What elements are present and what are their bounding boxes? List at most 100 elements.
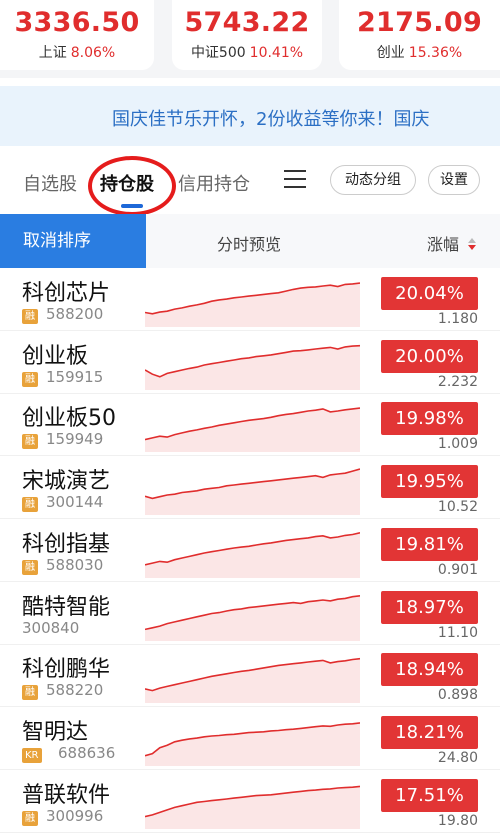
margin-badge: 融	[22, 559, 38, 575]
index-card-shanghai[interactable]: 3336.50 上证 8.06%	[0, 0, 154, 70]
intraday-sparkline	[145, 721, 360, 766]
stock-code: 588200	[46, 305, 104, 323]
margin-badge: 融	[22, 810, 38, 826]
stock-code: 159915	[46, 367, 104, 386]
tab-watchlist[interactable]: 自选股	[23, 170, 77, 196]
stock-price: 24.80	[437, 749, 478, 766]
stock-name: 创业板	[22, 343, 89, 369]
stock-name: 宋城演艺	[22, 469, 111, 495]
change-badge[interactable]: 20.04%	[381, 277, 478, 310]
stock-price: 10.52	[437, 499, 478, 516]
sparkline-area	[145, 532, 360, 578]
tab-margin-holdings[interactable]: 信用持仓	[178, 170, 250, 196]
index-label: 中证500 10.41%	[172, 42, 322, 62]
app-root: 3336.50 上证 8.06% 5743.22 中证500 10.41% 2175…	[0, 0, 500, 834]
index-change: 10.41%	[249, 45, 304, 61]
stock-code: 300144	[46, 493, 104, 512]
intraday-sparkline	[145, 282, 360, 327]
margin-badge: 融	[22, 309, 38, 324]
margin-badge: 融	[22, 497, 38, 513]
change-badge[interactable]: 18.97%	[381, 590, 478, 624]
stock-code: 588220	[46, 681, 104, 700]
change-badge[interactable]: 20.00%	[381, 339, 478, 373]
change-badge[interactable]: 18.21%	[381, 715, 478, 749]
stock-name: 智明达	[22, 719, 89, 745]
stock-code: 588030	[46, 555, 104, 574]
table-header: 取消排序 分时预览 涨幅	[0, 214, 500, 268]
stock-price: 11.10	[437, 624, 478, 641]
index-label: 上证 8.06%	[0, 42, 154, 62]
index-name: 创业	[376, 45, 405, 61]
sparkline-area	[145, 722, 360, 766]
stock-price: 19.80	[437, 812, 478, 829]
stock-row[interactable]: 科创芯片融 588200 20.04% 1.180	[0, 269, 500, 331]
change-badge[interactable]: 19.98%	[381, 402, 478, 436]
index-card-chinext[interactable]: 2175.09 创业 15.36%	[339, 0, 500, 70]
sparkline-area	[145, 785, 360, 829]
intraday-sparkline	[145, 344, 360, 390]
settings-button[interactable]: 设置	[428, 165, 480, 195]
intraday-sparkline	[145, 658, 360, 704]
stock-price: 1.180	[437, 311, 478, 327]
intraday-sparkline	[145, 407, 360, 453]
stock-name: 普联软件	[22, 782, 111, 808]
stock-name: 科创指基	[22, 531, 111, 557]
intraday-sparkline	[145, 531, 360, 578]
index-change: 15.36%	[408, 45, 463, 61]
index-value: 2175.09	[356, 7, 483, 38]
change-badge[interactable]: 17.51%	[381, 778, 478, 812]
intraday-preview-header[interactable]: 分时预览	[217, 231, 281, 255]
sparkline-area	[145, 283, 360, 327]
highlight-circle	[88, 156, 176, 216]
stock-code: 300996	[46, 806, 104, 825]
intraday-sparkline	[145, 594, 360, 641]
index-label: 创业 15.36%	[339, 42, 500, 62]
index-value: 5743.22	[184, 7, 310, 38]
stock-name: 创业板50	[22, 406, 116, 432]
index-strip: 3336.50 上证 8.06% 5743.22 中证500 10.41% 2175…	[0, 0, 500, 78]
stock-price: 2.232	[437, 373, 478, 390]
sparkline-area	[145, 658, 360, 704]
sort-desc-icon[interactable]	[468, 238, 476, 252]
stock-row[interactable]: 科创鹏华融 588220 18.94% 0.898	[0, 645, 500, 708]
promo-banner[interactable]: 国庆佳节乐开怀，2份收益等你来！国庆	[0, 86, 500, 146]
margin-badge: 融	[22, 371, 38, 387]
margin-badge: 融	[22, 434, 38, 450]
stock-price: 1.009	[437, 436, 478, 453]
sparkline-area	[145, 408, 360, 453]
intraday-sparkline	[145, 785, 360, 829]
tab-bar: 自选股 持仓股 信用持仓	[0, 150, 500, 212]
stock-price: 0.898	[437, 687, 478, 704]
stock-row[interactable]: 创业板融 159915 20.00% 2.232	[0, 331, 500, 394]
stock-row[interactable]: 宋城演艺融 300144 19.95% 10.52	[0, 457, 500, 520]
stock-name: 科创鹏华	[22, 657, 111, 683]
margin-badge: KR	[22, 747, 42, 763]
change-header[interactable]: 涨幅	[427, 231, 459, 255]
change-badge[interactable]: 19.95%	[381, 465, 478, 499]
stock-row[interactable]: 酷特智能 300840 18.97% 11.10	[0, 582, 500, 645]
stock-name: 科创芯片	[22, 281, 111, 306]
change-badge[interactable]: 18.94%	[381, 653, 478, 687]
stock-code: 159949	[46, 430, 104, 449]
stock-code: 688636	[58, 743, 116, 762]
index-change: 8.06%	[70, 45, 116, 61]
index-name: 中证500	[190, 45, 246, 61]
stock-row[interactable]: 科创指基融 588030 19.81% 0.901	[0, 519, 500, 582]
stock-name: 酷特智能	[22, 594, 111, 620]
stock-code: 300840	[22, 618, 80, 637]
change-badge[interactable]: 19.81%	[381, 527, 478, 561]
promo-banner-text: 国庆佳节乐开怀，2份收益等你来！国庆	[112, 109, 430, 130]
index-value: 3336.50	[14, 7, 140, 38]
dynamic-group-button[interactable]: 动态分组	[330, 165, 416, 195]
stock-row[interactable]: 创业板50 融 159949 19.98% 1.009	[0, 394, 500, 457]
stock-row[interactable]: 智明达 KR 688636 18.21% 24.80	[0, 707, 500, 770]
sparkline-area	[145, 595, 360, 641]
stock-price: 0.901	[437, 561, 478, 578]
index-card-csi500[interactable]: 5743.22 中证500 10.41%	[172, 0, 322, 70]
index-name: 上证	[38, 45, 67, 61]
list-menu-icon[interactable]	[284, 168, 310, 190]
cancel-sort-button[interactable]: 取消排序	[0, 214, 146, 268]
margin-badge: 融	[22, 685, 38, 701]
stock-row[interactable]: 普联软件融 300996 17.51% 19.80	[0, 770, 500, 833]
intraday-sparkline	[145, 468, 360, 516]
